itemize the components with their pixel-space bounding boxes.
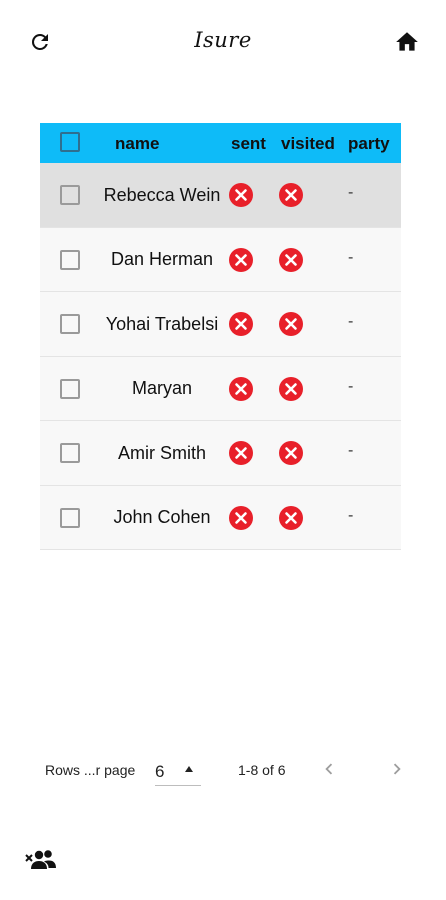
previous-page-button[interactable] — [318, 758, 340, 780]
visited-cancel-icon — [279, 312, 303, 336]
caret-up-icon — [185, 766, 193, 772]
sent-cancel-icon — [229, 247, 253, 272]
remove-users-button[interactable] — [24, 846, 58, 874]
rows-per-page-select[interactable]: 6 — [155, 754, 201, 786]
table-row[interactable]: Amir Smith - — [40, 421, 401, 486]
next-page-button[interactable] — [386, 758, 408, 780]
rows-per-page-label: Rows ...r page — [45, 762, 136, 778]
visited-cancel-icon — [279, 183, 303, 207]
guest-name: Yohai Trabelsi — [105, 313, 219, 334]
party-value: - — [348, 248, 354, 266]
sent-cancel-icon — [229, 441, 253, 465]
row-checkbox[interactable] — [60, 507, 80, 528]
column-header-party[interactable]: party — [348, 123, 390, 163]
row-checkbox[interactable] — [60, 314, 80, 334]
table-header: name sent visited party — [40, 123, 401, 163]
guest-name: Rebecca Wein — [103, 184, 221, 205]
sent-cancel-icon — [229, 376, 253, 401]
guest-name: Amir Smith — [117, 442, 206, 463]
sent-cancel-icon — [229, 312, 253, 336]
visited-cancel-icon — [279, 505, 303, 530]
guest-table: name sent visited party Rebecca Wein - Dan… — [40, 123, 401, 550]
party-value: - — [348, 377, 354, 395]
chevron-left-icon — [325, 763, 333, 775]
party-value: - — [348, 506, 354, 524]
visited-cancel-icon — [279, 376, 303, 401]
column-header-visited[interactable]: visited — [281, 123, 335, 163]
pagination: Rows ...r page 6 1-8 of 6 — [0, 750, 446, 790]
home-icon — [396, 32, 418, 51]
app-title: Isure — [194, 28, 252, 52]
table-row[interactable]: Yohai Trabelsi - — [40, 292, 401, 357]
row-checkbox[interactable] — [60, 249, 80, 270]
guest-name: John Cohen — [113, 507, 211, 527]
remove-users-icon — [25, 850, 56, 869]
top-bar: Isure — [0, 0, 446, 84]
party-value: - — [348, 442, 354, 459]
table-row[interactable]: Rebecca Wein - — [40, 163, 401, 228]
sent-cancel-icon — [229, 183, 253, 207]
party-value: - — [348, 184, 354, 201]
row-checkbox[interactable] — [60, 185, 80, 205]
table-row[interactable]: Maryan - — [40, 356, 401, 421]
visited-cancel-icon — [279, 441, 303, 465]
party-value: - — [348, 313, 354, 330]
table-row[interactable]: Dan Herman - — [40, 227, 401, 292]
rows-per-page-value: 6 — [155, 762, 165, 781]
home-button[interactable] — [392, 27, 422, 57]
guest-name: Dan Herman — [110, 249, 214, 269]
row-checkbox[interactable] — [60, 378, 80, 399]
column-header-name[interactable]: name — [115, 123, 159, 163]
visited-cancel-icon — [279, 247, 303, 272]
table-row[interactable]: John Cohen - — [40, 485, 401, 550]
sent-cancel-icon — [229, 505, 253, 530]
chevron-right-icon — [393, 763, 401, 775]
table-body: Rebecca Wein - Dan Herman - Yohai Trabelsi - M… — [40, 163, 401, 550]
row-checkbox[interactable] — [60, 443, 80, 463]
column-header-sent[interactable]: sent — [231, 123, 266, 163]
select-all-checkbox[interactable] — [60, 132, 80, 152]
guest-name: Maryan — [131, 378, 193, 398]
pagination-range: 1-8 of 6 — [238, 762, 286, 778]
